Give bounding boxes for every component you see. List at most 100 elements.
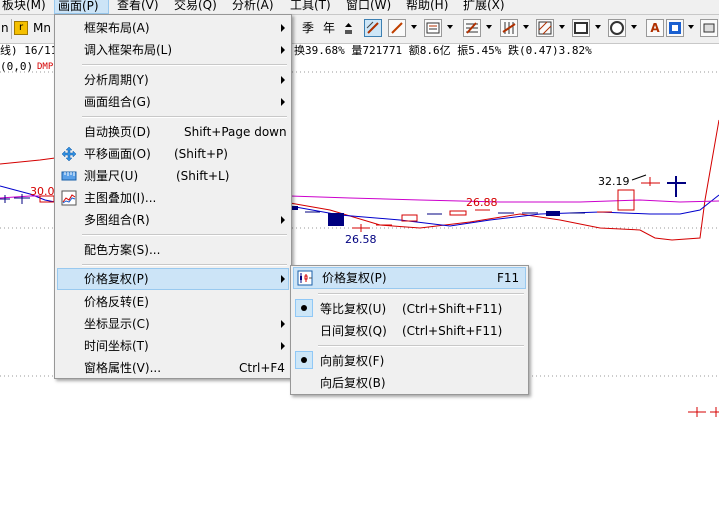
menu-item-label: 配色方案(S)... <box>84 243 161 257</box>
menu-bangzhu[interactable]: 帮助(H) <box>406 0 448 14</box>
menu-item-coord-display[interactable]: 坐标显示(C) <box>57 313 289 335</box>
submenu-item-backward-adjust[interactable]: 向后复权(B) <box>293 372 526 394</box>
chart-info-left: 线) 16/11 <box>0 44 58 57</box>
candle <box>631 174 647 181</box>
menu-bankuai[interactable]: 板块(M) <box>2 0 46 14</box>
submenu-arrow-icon <box>281 76 285 84</box>
menu-item-label: 时间坐标(T) <box>84 339 149 353</box>
chevron-down-icon[interactable] <box>559 25 565 29</box>
menu-gongju[interactable]: 工具(T) <box>290 0 331 14</box>
overlay-chart-icon <box>61 190 77 206</box>
ruler-icon <box>61 171 77 181</box>
menu-huamian[interactable]: 画面(P) <box>54 0 109 14</box>
menu-item-label: 向后复权(B) <box>320 376 386 390</box>
menu-item-label: 多图组合(R) <box>84 213 150 227</box>
huamian-menu: 框架布局(A) 调入框架布局(L) 分析周期(Y) 画面组合(G) 自动换页(D… <box>54 14 292 379</box>
price-label: 26.88 <box>466 196 498 209</box>
hatch-tool-icon[interactable] <box>536 19 554 37</box>
chevron-down-icon[interactable] <box>595 25 601 29</box>
chevron-down-icon[interactable] <box>486 25 492 29</box>
submenu-arrow-icon <box>281 98 285 106</box>
rectangle-tool-icon[interactable] <box>572 19 590 37</box>
toolbar-scroll-icon[interactable] <box>344 19 353 37</box>
ma-line-right <box>289 194 719 227</box>
menu-item-analysis-period[interactable]: 分析周期(Y) <box>57 69 289 91</box>
menu-item-shortcut: (Ctrl+Shift+F11) <box>402 302 503 316</box>
menu-item-shortcut: (Shift+P) <box>174 147 228 161</box>
fibonacci-icon[interactable] <box>463 19 481 37</box>
submenu-item-ratio-adjust[interactable]: 等比复权(U) (Ctrl+Shift+F11) <box>293 298 526 320</box>
menu-item-pan-screen[interactable]: 平移画面(O) (Shift+P) <box>57 143 289 165</box>
trend-line-icon[interactable] <box>388 19 406 37</box>
submenu-item-forward-adjust[interactable]: 向前复权(F) <box>293 350 526 372</box>
ellipse-tool-icon[interactable] <box>608 19 626 37</box>
chart-info-indicator: DMP <box>37 62 54 72</box>
erase-tool-icon[interactable] <box>700 19 718 37</box>
color-picker-icon[interactable] <box>666 19 684 37</box>
gann-icon[interactable] <box>500 19 518 37</box>
price-label: 26.58 <box>345 233 377 246</box>
chevron-down-icon[interactable] <box>688 25 694 29</box>
menu-chakan[interactable]: 查看(V) <box>117 0 159 14</box>
menu-item-auto-page[interactable]: 自动换页(D) Shift+Page down <box>57 121 289 143</box>
menu-separator <box>318 345 524 347</box>
menu-item-screen-combo[interactable]: 画面组合(G) <box>57 91 289 113</box>
menu-chuangkou[interactable]: 窗口(W) <box>346 0 391 14</box>
menu-jiaoyi[interactable]: 交易(Q) <box>174 0 217 14</box>
candle <box>328 213 344 226</box>
draw-line-tool-icon[interactable] <box>364 19 382 37</box>
menu-item-overlay[interactable]: 主图叠加(I)... <box>57 187 289 209</box>
price-line-left <box>0 157 56 165</box>
price-line-right <box>289 119 719 241</box>
menu-separator <box>82 264 287 266</box>
menu-item-pane-properties[interactable]: 窗格属性(V)... Ctrl+F4 <box>57 357 289 379</box>
candle <box>546 211 560 216</box>
menu-item-label: 窗格属性(V)... <box>84 361 162 375</box>
menu-item-label: 框架布局(A) <box>84 21 150 35</box>
candle <box>292 206 298 210</box>
chevron-down-icon[interactable] <box>631 25 637 29</box>
menu-bar: 板块(M) 画面(P) 查看(V) 交易(Q) 分析(A) 工具(T) 窗口(W… <box>0 0 719 15</box>
chevron-down-icon[interactable] <box>447 25 453 29</box>
chevron-down-icon[interactable] <box>411 25 417 29</box>
r-badge-icon[interactable]: r <box>14 21 28 35</box>
submenu-item-price-adjust[interactable]: 价格复权(P) F11 <box>293 267 526 289</box>
submenu-arrow-icon <box>281 320 285 328</box>
menu-item-shortcut: (Shift+L) <box>176 169 230 183</box>
toolbar-text: n <box>1 21 9 35</box>
menu-item-load-frame-layout[interactable]: 调入框架布局(L) <box>57 39 289 61</box>
submenu-item-daily-adjust[interactable]: 日间复权(Q) (Ctrl+Shift+F11) <box>293 320 526 342</box>
menu-item-color-scheme[interactable]: 配色方案(S)... <box>57 239 289 261</box>
menu-item-frame-layout[interactable]: 框架布局(A) <box>57 17 289 39</box>
chart-info-stats: 换39.68% 量721771 额8.6亿 振5.45% 跌(0.47)3.82… <box>294 44 592 57</box>
menu-item-ruler[interactable]: 测量尺(U) (Shift+L) <box>57 165 289 187</box>
mn-button[interactable]: Mn <box>33 20 51 36</box>
menu-item-label: 自动换页(D) <box>84 125 151 139</box>
menu-kuozhan[interactable]: 扩展(X) <box>463 0 505 14</box>
menu-item-label: 调入框架布局(L) <box>84 43 173 57</box>
toolbar-separator <box>11 19 12 39</box>
menu-item-label: 等比复权(U) <box>320 302 387 316</box>
radio-checked-icon <box>295 351 313 369</box>
year-button[interactable]: 年 <box>323 20 335 36</box>
season-button[interactable]: 季 <box>302 20 314 36</box>
menu-item-label: 坐标显示(C) <box>84 317 150 331</box>
menu-fenxi[interactable]: 分析(A) <box>232 0 274 14</box>
menu-item-label: 向前复权(F) <box>320 354 385 368</box>
text-tool-icon[interactable] <box>424 19 442 37</box>
text-label-tool-icon[interactable]: A <box>646 19 664 37</box>
menu-item-shortcut: Shift+Page down <box>184 125 287 139</box>
menu-separator <box>318 293 524 295</box>
menu-item-time-coord[interactable]: 时间坐标(T) <box>57 335 289 357</box>
menu-item-label: 画面组合(G) <box>84 95 151 109</box>
menu-item-price-adjust[interactable]: 价格复权(P) <box>57 268 289 290</box>
chevron-down-icon[interactable] <box>523 25 529 29</box>
submenu-arrow-icon <box>281 216 285 224</box>
menu-item-label: 测量尺(U) <box>84 169 139 183</box>
menu-item-shortcut: Ctrl+F4 <box>239 361 285 375</box>
price-adjust-icon <box>297 270 313 286</box>
menu-item-price-reverse[interactable]: 价格反转(E) <box>57 291 289 313</box>
menu-item-label: 主图叠加(I)... <box>84 191 157 205</box>
menu-item-multi-chart[interactable]: 多图组合(R) <box>57 209 289 231</box>
submenu-arrow-icon <box>281 46 285 54</box>
